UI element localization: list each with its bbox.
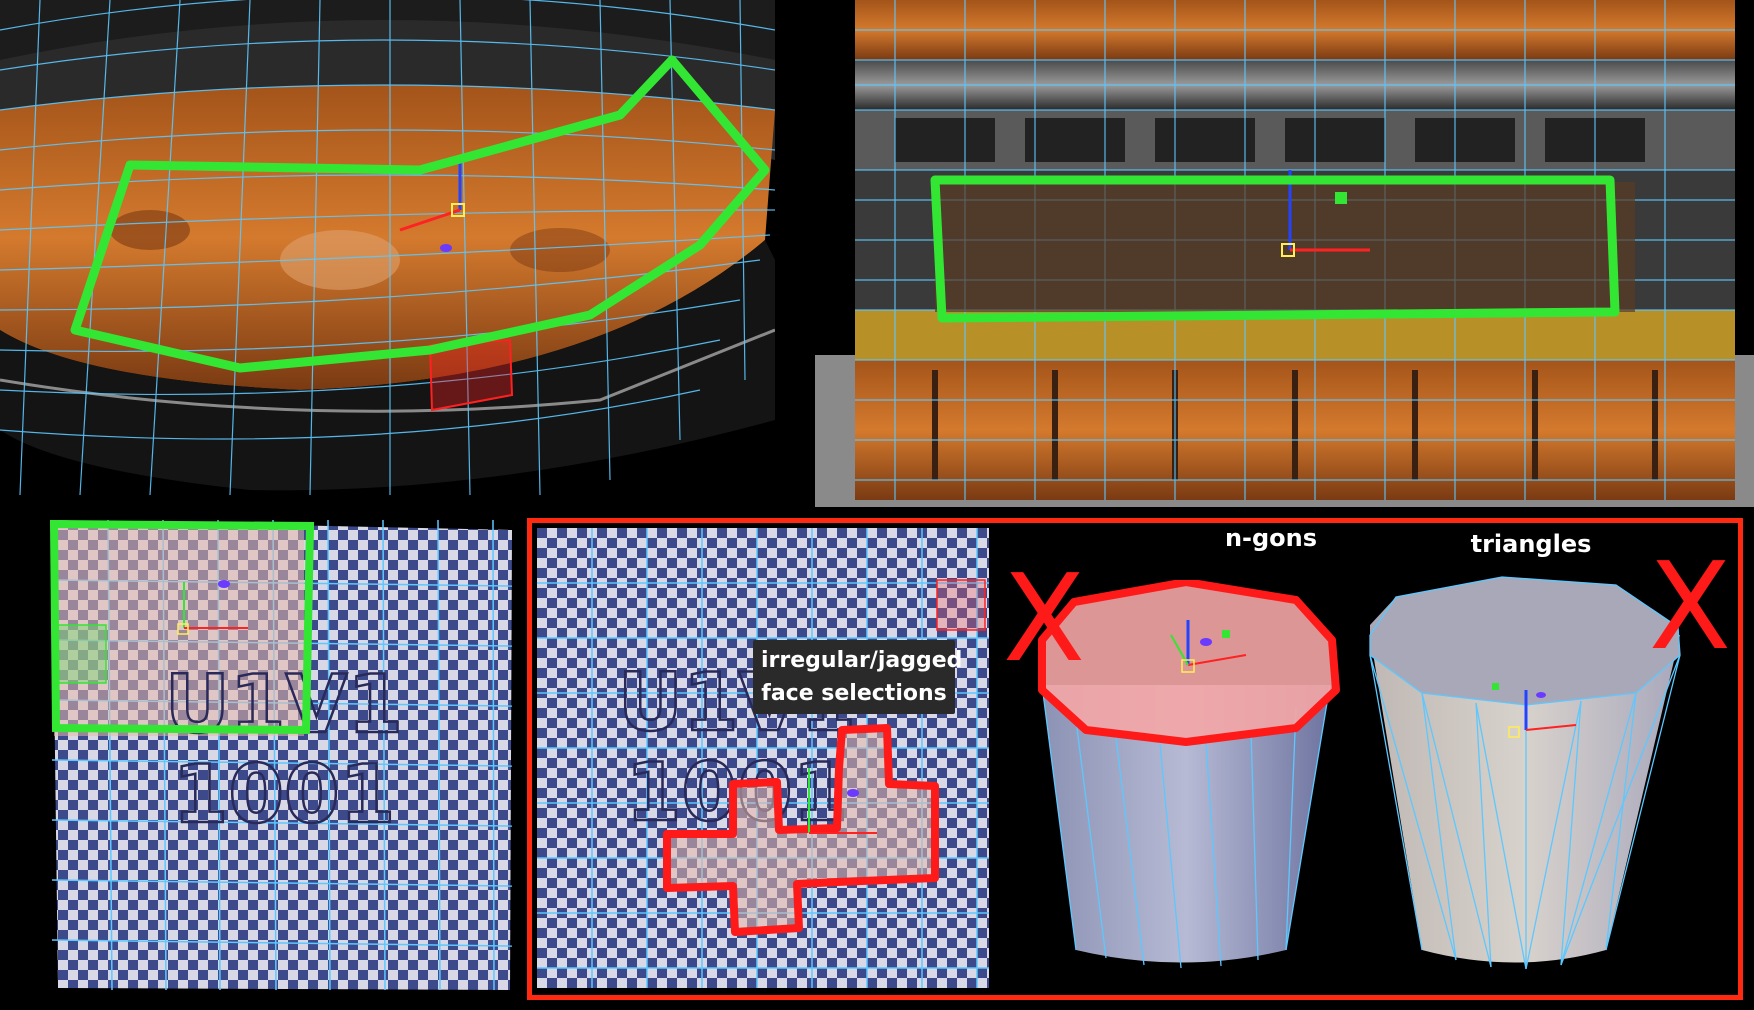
- tooltip-line-1: irregular/jagged: [761, 648, 963, 673]
- triangles-reject-x-mark: X: [1648, 538, 1732, 677]
- uv-editor-good[interactable]: U1V1 1001: [48, 520, 516, 992]
- viewport-triangle-cylinder[interactable]: [1366, 575, 1684, 980]
- uv-tile-label-line2: 1001: [173, 748, 396, 841]
- uv-tile-label-line1: U1V1: [165, 658, 403, 751]
- ngons-label: n-gons: [1224, 524, 1318, 552]
- tooltip-line-2: face selections: [761, 681, 947, 706]
- viewport-dome[interactable]: [0, 0, 775, 495]
- uv-editor-jagged[interactable]: U1V1 1001 irregular/jagged face selectio…: [537, 528, 989, 988]
- triangles-label: triangles: [1470, 530, 1592, 558]
- ngons-reject-x-mark: X: [1002, 550, 1086, 689]
- viewport-tank[interactable]: [815, 0, 1754, 507]
- jagged-selection-tooltip: irregular/jagged face selections: [753, 640, 963, 714]
